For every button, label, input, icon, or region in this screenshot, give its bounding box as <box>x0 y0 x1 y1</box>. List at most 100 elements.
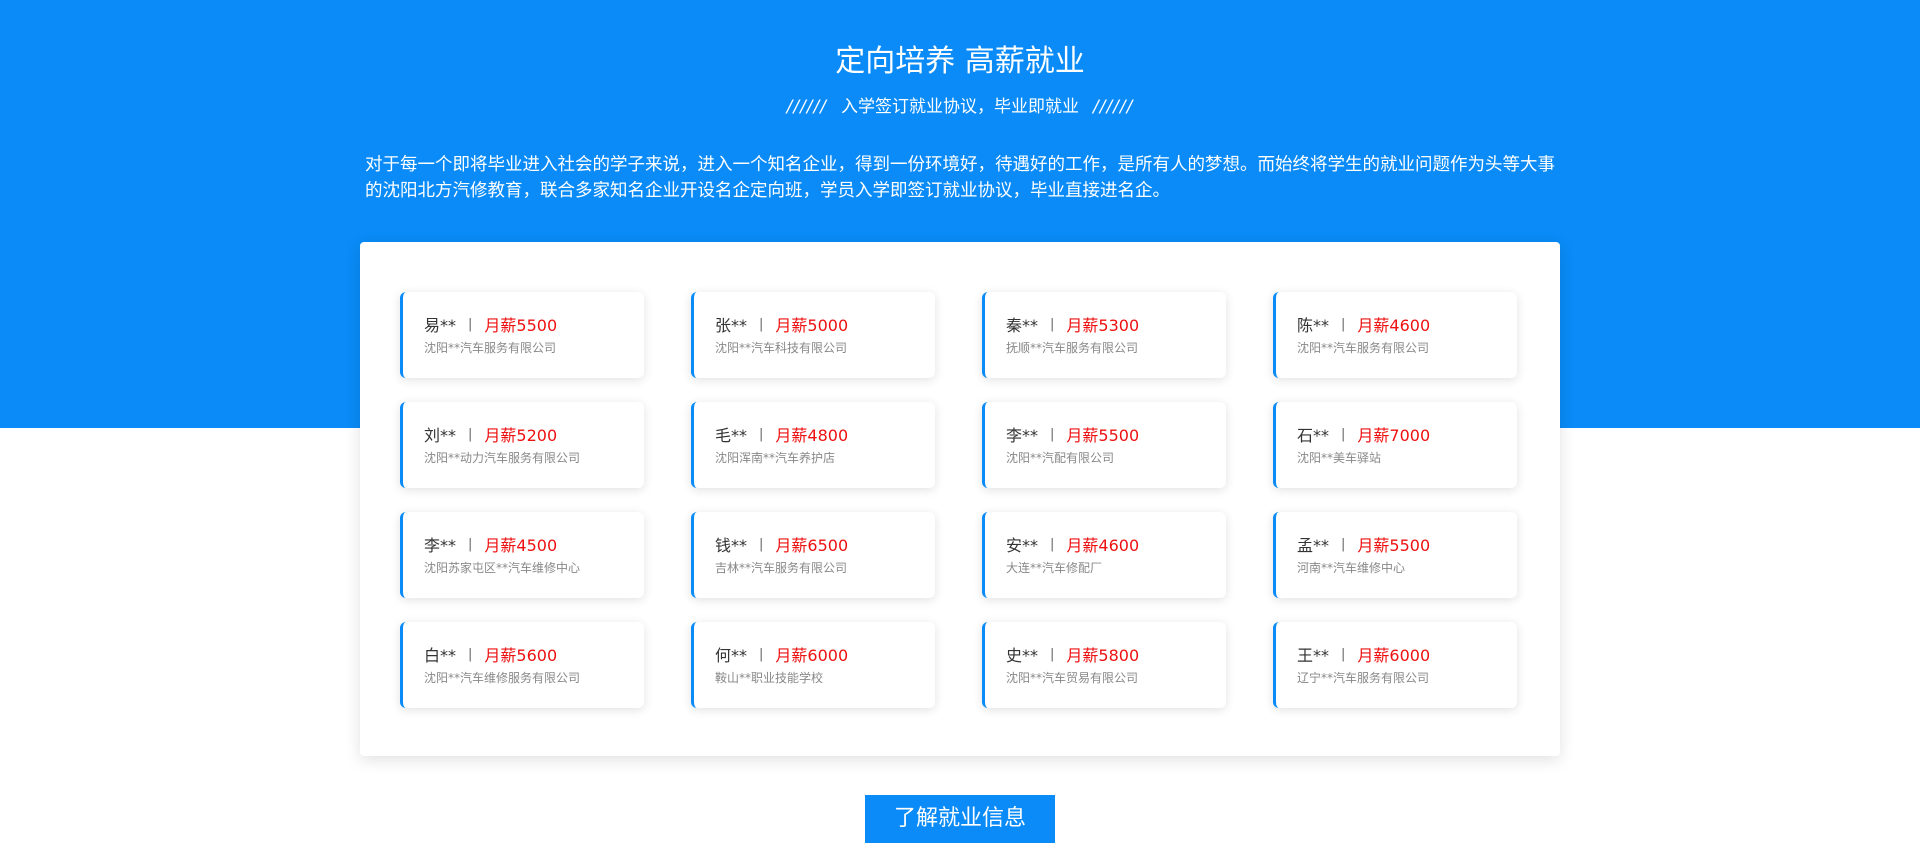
intro-paragraph: 对于每一个即将毕业进入社会的学子来说，进入一个知名企业，得到一份环境好，待遇好的… <box>365 155 1555 201</box>
company-name: 鞍山**职业技能学校 <box>715 671 824 685</box>
job-card: 石** | 月薪7000 沈阳**美车驿站 <box>1273 402 1517 488</box>
job-card: 毛** | 月薪4800 沈阳浑南**汽车养护店 <box>691 402 935 488</box>
company-name: 沈阳**汽车服务有限公司 <box>424 341 557 355</box>
separator: | <box>1341 316 1346 332</box>
job-headline: 安** | 月薪4600 <box>1006 532 1226 556</box>
job-card: 张** | 月薪5000 沈阳**汽车科技有限公司 <box>691 292 935 378</box>
job-card: 安** | 月薪4600 大连**汽车修配厂 <box>982 512 1226 598</box>
separator: | <box>759 646 764 662</box>
separator: | <box>1341 426 1346 442</box>
separator: | <box>759 316 764 332</box>
separator: | <box>468 426 473 442</box>
job-headline: 秦** | 月薪5300 <box>1006 312 1226 336</box>
monthly-salary: 月薪4800 <box>775 426 849 445</box>
company-name: 沈阳**汽车服务有限公司 <box>1297 341 1430 355</box>
separator: | <box>1050 646 1055 662</box>
separator: | <box>468 536 473 552</box>
company-name: 沈阳苏家屯区**汽车维修中心 <box>424 561 581 575</box>
separator: | <box>1341 646 1346 662</box>
company-name: 沈阳**美车驿站 <box>1297 451 1382 465</box>
hero-subtitle: ////// 入学签订就业协议，毕业即就业 ////// <box>0 95 1920 119</box>
company-name: 沈阳浑南**汽车养护店 <box>715 451 836 465</box>
job-card: 陈** | 月薪4600 沈阳**汽车服务有限公司 <box>1273 292 1517 378</box>
company-name: 河南**汽车维修中心 <box>1297 561 1406 575</box>
separator: | <box>1050 536 1055 552</box>
student-name: 史** <box>1006 646 1039 665</box>
job-card: 何** | 月薪6000 鞍山**职业技能学校 <box>691 622 935 708</box>
job-headline: 钱** | 月薪6500 <box>715 532 935 556</box>
monthly-salary: 月薪4500 <box>484 536 558 555</box>
company-name: 抚顺**汽车服务有限公司 <box>1006 341 1139 355</box>
company-name: 沈阳**汽车科技有限公司 <box>715 341 848 355</box>
job-headline: 史** | 月薪5800 <box>1006 642 1226 666</box>
hero-title: 定向培养 高薪就业 <box>835 44 1085 79</box>
monthly-salary: 月薪6500 <box>775 536 849 555</box>
job-headline: 易** | 月薪5500 <box>424 312 644 336</box>
employment-panel: 易** | 月薪5500 沈阳**汽车服务有限公司 张** | 月薪5000 沈… <box>360 242 1560 756</box>
company-name: 沈阳**汽车维修服务有限公司 <box>424 671 581 685</box>
job-headline: 李** | 月薪5500 <box>1006 422 1226 446</box>
student-name: 秦** <box>1006 316 1039 335</box>
monthly-salary: 月薪5600 <box>484 646 558 665</box>
student-name: 安** <box>1006 536 1039 555</box>
job-card: 白** | 月薪5600 沈阳**汽车维修服务有限公司 <box>400 622 644 708</box>
monthly-salary: 月薪5000 <box>775 316 849 335</box>
job-card: 刘** | 月薪5200 沈阳**动力汽车服务有限公司 <box>400 402 644 488</box>
monthly-salary: 月薪4600 <box>1357 316 1431 335</box>
job-card: 王** | 月薪6000 辽宁**汽车服务有限公司 <box>1273 622 1517 708</box>
monthly-salary: 月薪5500 <box>1066 426 1140 445</box>
company-name: 辽宁**汽车服务有限公司 <box>1297 671 1430 685</box>
student-name: 李** <box>1006 426 1039 445</box>
separator: | <box>1050 426 1055 442</box>
learn-employment-info-button[interactable]: 了解就业信息 <box>865 795 1055 843</box>
job-card: 钱** | 月薪6500 吉林**汽车服务有限公司 <box>691 512 935 598</box>
monthly-salary: 月薪5300 <box>1066 316 1140 335</box>
job-headline: 陈** | 月薪4600 <box>1297 312 1517 336</box>
job-headline: 王** | 月薪6000 <box>1297 642 1517 666</box>
monthly-salary: 月薪5200 <box>484 426 558 445</box>
company-name: 吉林**汽车服务有限公司 <box>715 561 848 575</box>
job-headline: 何** | 月薪6000 <box>715 642 935 666</box>
job-card: 史** | 月薪5800 沈阳**汽车贸易有限公司 <box>982 622 1226 708</box>
job-headline: 石** | 月薪7000 <box>1297 422 1517 446</box>
job-headline: 毛** | 月薪4800 <box>715 422 935 446</box>
job-headline: 刘** | 月薪5200 <box>424 422 644 446</box>
job-card: 李** | 月薪4500 沈阳苏家屯区**汽车维修中心 <box>400 512 644 598</box>
student-name: 张** <box>715 316 748 335</box>
student-name: 陈** <box>1297 316 1330 335</box>
job-card: 李** | 月薪5500 沈阳**汽配有限公司 <box>982 402 1226 488</box>
student-name: 白** <box>424 646 457 665</box>
job-card: 秦** | 月薪5300 抚顺**汽车服务有限公司 <box>982 292 1226 378</box>
separator: | <box>1341 536 1346 552</box>
subtitle-text: 入学签订就业协议，毕业即就业 <box>841 97 1079 117</box>
monthly-salary: 月薪5500 <box>1357 536 1431 555</box>
student-name: 王** <box>1297 646 1330 665</box>
student-name: 何** <box>715 646 748 665</box>
job-grid: 易** | 月薪5500 沈阳**汽车服务有限公司 张** | 月薪5000 沈… <box>400 292 1518 708</box>
student-name: 李** <box>424 536 457 555</box>
monthly-salary: 月薪6000 <box>1357 646 1431 665</box>
separator: | <box>1050 316 1055 332</box>
job-headline: 白** | 月薪5600 <box>424 642 644 666</box>
company-name: 沈阳**动力汽车服务有限公司 <box>424 451 581 465</box>
subtitle-slashes-left: ////// <box>786 97 827 117</box>
student-name: 刘** <box>424 426 457 445</box>
job-headline: 李** | 月薪4500 <box>424 532 644 556</box>
monthly-salary: 月薪5800 <box>1066 646 1140 665</box>
job-card: 易** | 月薪5500 沈阳**汽车服务有限公司 <box>400 292 644 378</box>
job-headline: 张** | 月薪5000 <box>715 312 935 336</box>
subtitle-slashes-right: ////// <box>1093 97 1134 117</box>
job-headline: 孟** | 月薪5500 <box>1297 532 1517 556</box>
separator: | <box>759 426 764 442</box>
monthly-salary: 月薪5500 <box>484 316 558 335</box>
company-name: 沈阳**汽车贸易有限公司 <box>1006 671 1139 685</box>
separator: | <box>468 316 473 332</box>
company-name: 大连**汽车修配厂 <box>1006 561 1103 575</box>
separator: | <box>759 536 764 552</box>
monthly-salary: 月薪6000 <box>775 646 849 665</box>
monthly-salary: 月薪4600 <box>1066 536 1140 555</box>
student-name: 易** <box>424 316 457 335</box>
job-card: 孟** | 月薪5500 河南**汽车维修中心 <box>1273 512 1517 598</box>
student-name: 钱** <box>715 536 748 555</box>
company-name: 沈阳**汽配有限公司 <box>1006 451 1115 465</box>
